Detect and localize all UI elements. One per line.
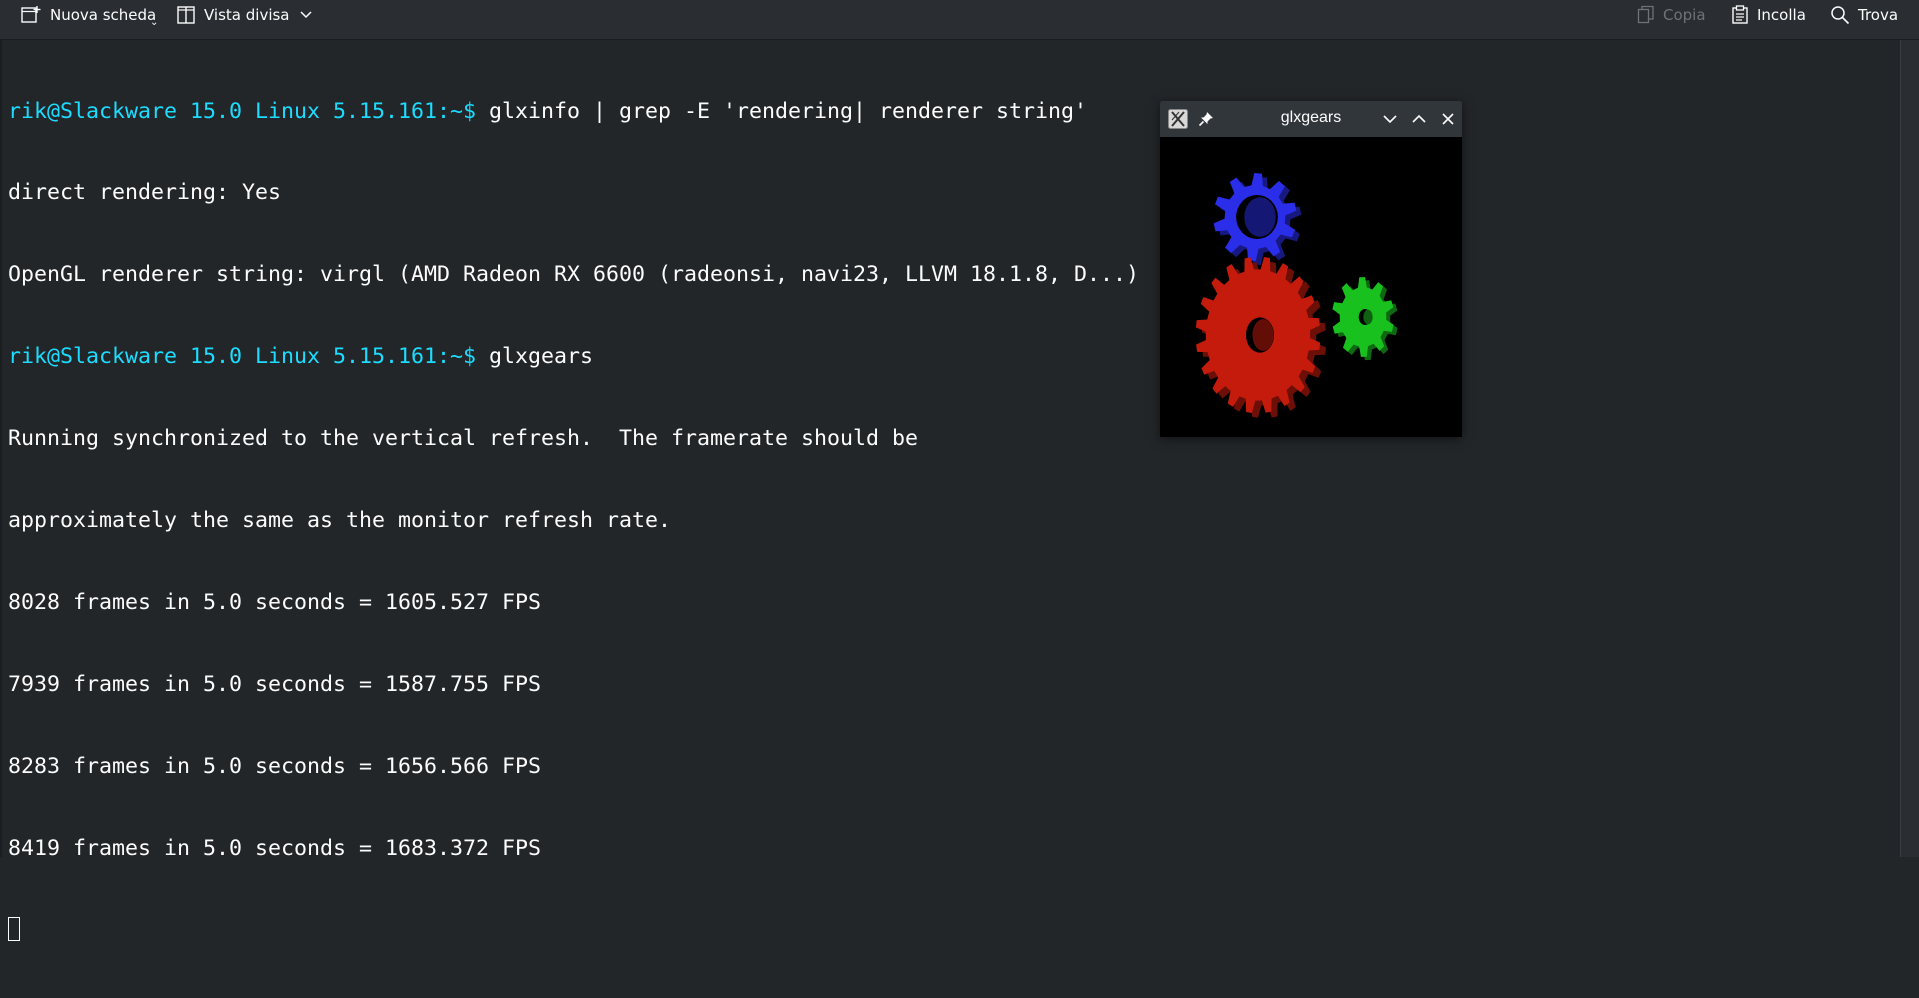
output-text: 8028 frames in 5.0 seconds = 1605.527 FP…	[8, 589, 542, 615]
terminal-line: direct rendering: Yes	[8, 179, 1139, 206]
terminal-line: 8028 frames in 5.0 seconds = 1605.527 FP…	[8, 589, 1139, 616]
terminal-line: rik@Slackware 15.0 Linux 5.15.161:~$ glx…	[8, 98, 1139, 125]
paste-button[interactable]: Incolla	[1731, 0, 1806, 30]
output-text: 8283 frames in 5.0 seconds = 1656.566 FP…	[8, 753, 542, 779]
paste-label: Incolla	[1757, 6, 1806, 24]
red-gear	[1195, 257, 1327, 418]
gears-render-area[interactable]	[1160, 137, 1462, 437]
output-text: 7939 frames in 5.0 seconds = 1587.755 FP…	[8, 671, 542, 697]
paste-icon	[1731, 5, 1749, 25]
command-text: glxinfo | grep -E 'rendering| renderer s…	[489, 98, 1088, 124]
split-view-label: Vista divisa	[204, 6, 290, 24]
new-tab-icon	[20, 5, 42, 25]
output-text: Running synchronized to the vertical ref…	[8, 426, 919, 452]
output-text: approximately the same as the monitor re…	[8, 508, 672, 534]
text-cursor	[8, 916, 20, 941]
copy-label: Copia	[1663, 6, 1706, 24]
split-view-button[interactable]: Vista divisa	[176, 0, 312, 30]
find-button[interactable]: Trova	[1830, 0, 1898, 30]
terminal-line: 7939 frames in 5.0 seconds = 1587.755 FP…	[8, 671, 1139, 698]
shell-prompt: rik@Slackware 15.0 Linux 5.15.161:~$	[8, 344, 490, 370]
glxgears-window[interactable]: glxgears	[1160, 101, 1462, 437]
terminal-line: Running synchronized to the vertical ref…	[8, 425, 1139, 452]
chevron-down-icon[interactable]	[299, 11, 312, 19]
command-text: glxgears	[489, 344, 594, 370]
gears-graphic	[1195, 173, 1398, 418]
shell-prompt: rik@Slackware 15.0 Linux 5.15.161:~$	[8, 98, 490, 124]
split-view-icon	[176, 5, 196, 25]
copy-icon	[1637, 5, 1655, 25]
output-text: direct rendering: Yes	[8, 180, 282, 206]
blue-gear	[1213, 173, 1302, 265]
copy-button[interactable]: Copia	[1637, 0, 1706, 30]
terminal-output[interactable]: rik@Slackware 15.0 Linux 5.15.161:~$ glx…	[0, 40, 1902, 941]
terminal-line: 8283 frames in 5.0 seconds = 1656.566 FP…	[8, 753, 1139, 780]
new-tab-button[interactable]: Nuova scheda	[20, 0, 156, 30]
search-icon	[1830, 5, 1850, 25]
new-tab-dropdown-icon[interactable]: ⌄	[150, 17, 158, 28]
terminal-line: rik@Slackware 15.0 Linux 5.15.161:~$ glx…	[8, 343, 1139, 370]
minimize-icon[interactable]	[1382, 111, 1398, 127]
new-tab-label: Nuova scheda	[50, 6, 157, 24]
terminal-line: OpenGL renderer string: virgl (AMD Radeo…	[8, 261, 1139, 288]
maximize-icon[interactable]	[1411, 111, 1427, 127]
terminal-line	[8, 916, 1139, 944]
terminal-toolbar: Nuova scheda ⌄ Vista divisa Copia Incoll…	[0, 0, 1919, 40]
terminal-line: approximately the same as the monitor re…	[8, 507, 1139, 534]
output-text: OpenGL renderer string: virgl (AMD Radeo…	[8, 262, 1140, 288]
close-icon[interactable]	[1440, 111, 1456, 127]
terminal-line: 8419 frames in 5.0 seconds = 1683.372 FP…	[8, 835, 1139, 862]
scrollbar[interactable]	[1901, 40, 1919, 857]
find-label: Trova	[1858, 6, 1899, 24]
terminal-text: rik@Slackware 15.0 Linux 5.15.161:~$ glx…	[8, 43, 1139, 998]
green-gear	[1332, 277, 1398, 361]
window-titlebar[interactable]: glxgears	[1160, 101, 1462, 137]
